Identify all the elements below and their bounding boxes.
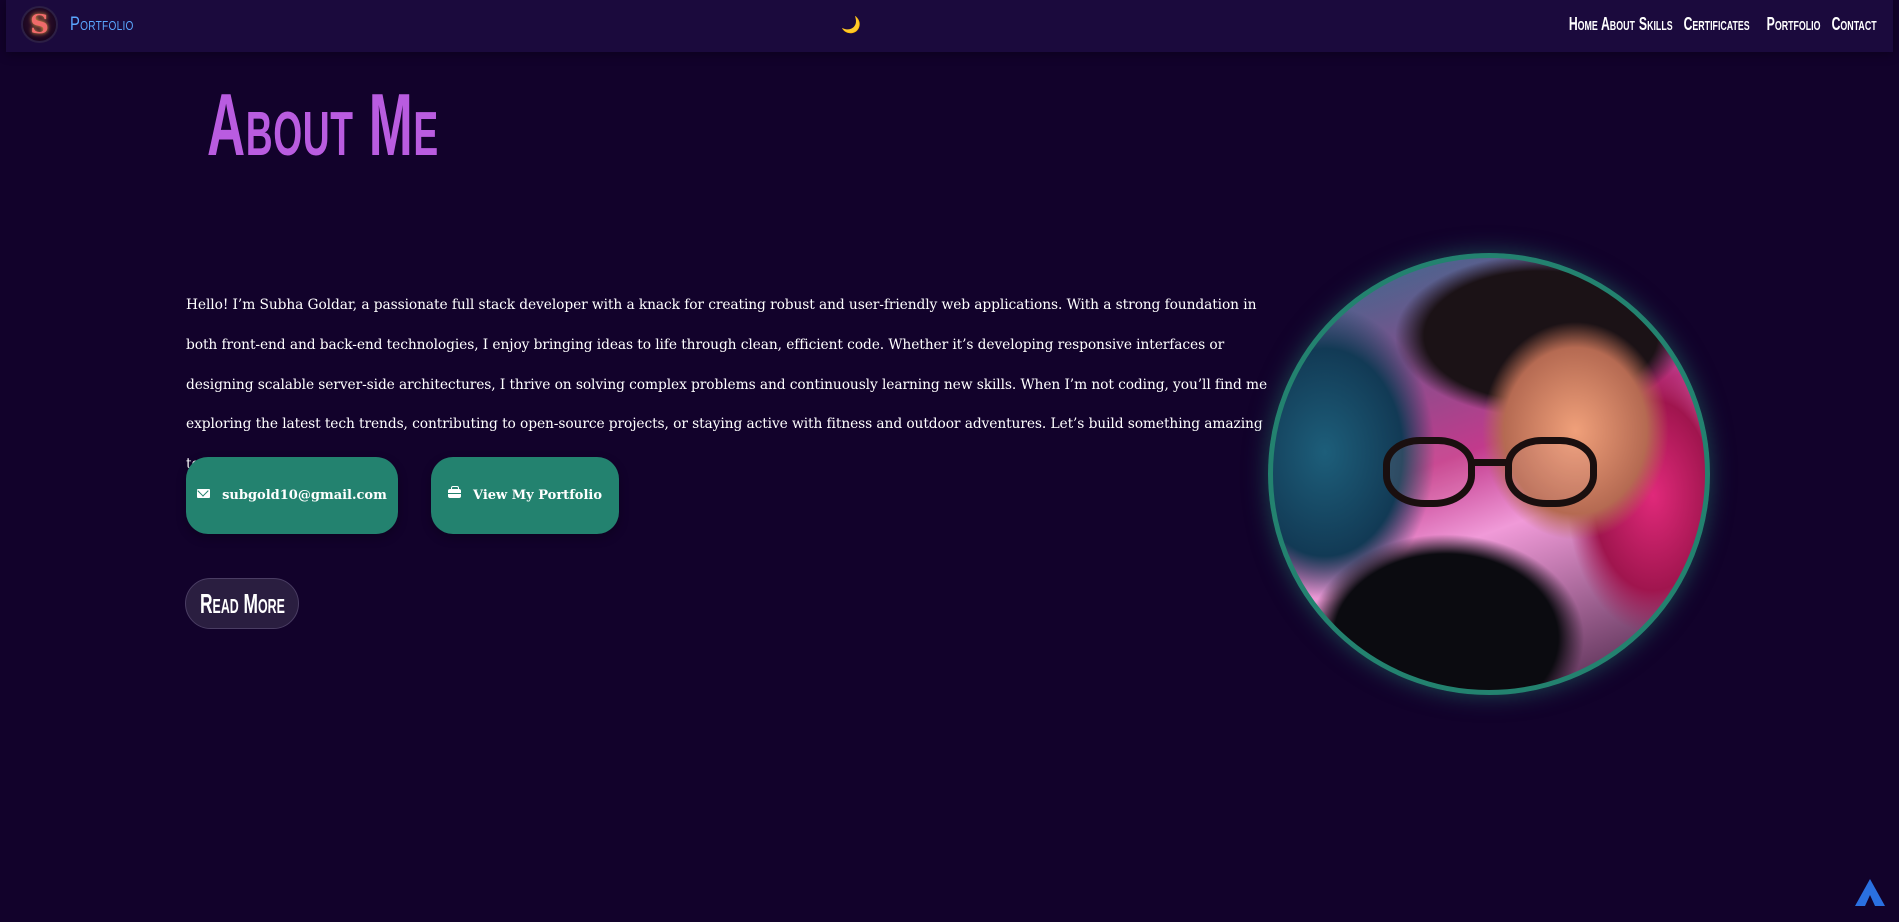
profile-photo-bridge [1471, 459, 1509, 466]
profile-photo-lens-right [1505, 437, 1597, 507]
nav-link-skills[interactable]: Skills [1639, 14, 1673, 35]
moon-icon[interactable]: 🌙 [841, 15, 861, 35]
email-button-label: subgold10@gmail.com [222, 488, 387, 503]
nav-links: Home About Skills Certificates Portfolio… [1568, 14, 1881, 35]
email-button[interactable]: subgold10@gmail.com [186, 457, 398, 534]
profile-photo-lens-left [1383, 437, 1475, 507]
view-portfolio-button[interactable]: View My Portfolio [431, 457, 619, 534]
page: S Portfolio 🌙 Home About Skills Certific… [0, 0, 1899, 922]
view-portfolio-button-label: View My Portfolio [472, 488, 603, 503]
brand-text[interactable]: Portfolio [70, 14, 134, 36]
read-more-label: Read More [199, 587, 285, 619]
bio-text: Hello! I’m Subha Goldar, a passionate fu… [186, 297, 1268, 472]
nav-link-about[interactable]: About [1601, 14, 1635, 35]
nav-link-portfolio[interactable]: Portfolio [1766, 14, 1820, 35]
navbar: S Portfolio 🌙 Home About Skills Certific… [6, 0, 1893, 52]
nav-link-certificates[interactable]: Certificates [1684, 14, 1750, 35]
mail-icon [197, 489, 211, 498]
brand[interactable]: S Portfolio [21, 6, 152, 43]
nav-link-contact[interactable]: Contact [1831, 14, 1876, 35]
briefcase-icon [447, 486, 461, 498]
page-title: About Me [207, 75, 439, 174]
profile-photo-glasses [1383, 437, 1603, 507]
brand-logo[interactable]: S [21, 6, 58, 43]
arrow-up-icon[interactable] [1855, 879, 1885, 906]
read-more-button[interactable]: Read More [185, 578, 299, 629]
nav-link-home[interactable]: Home [1569, 14, 1598, 35]
